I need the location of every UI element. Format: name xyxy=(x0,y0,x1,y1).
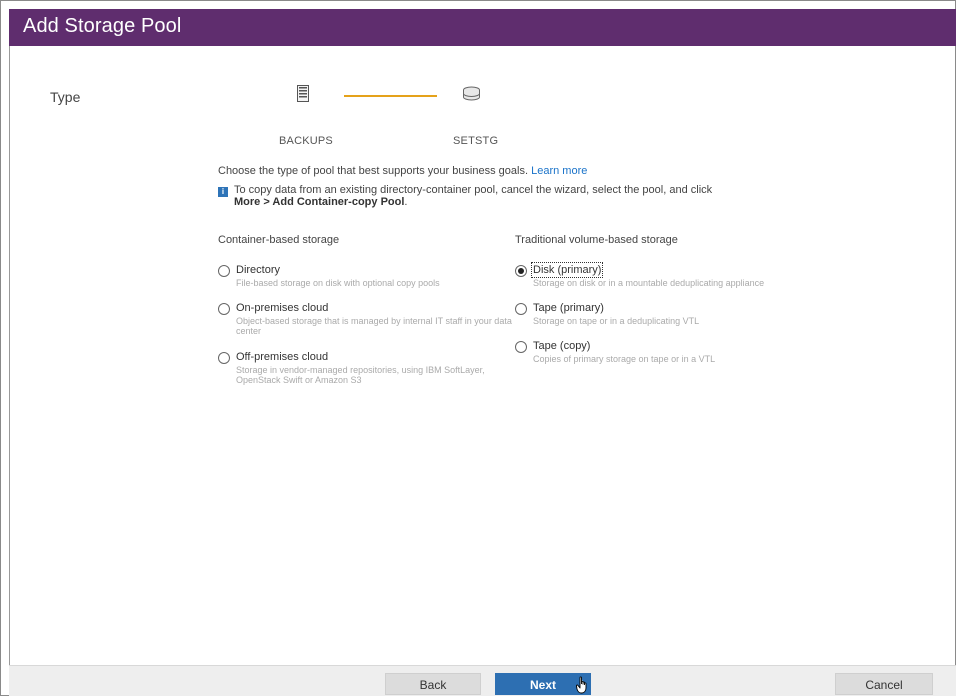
radio-on-premises-cloud[interactable] xyxy=(218,303,230,315)
info-bold: More > Add Container-copy Pool xyxy=(234,196,405,208)
option-label[interactable]: Tape (copy) xyxy=(533,340,590,352)
option-label[interactable]: On-premises cloud xyxy=(236,302,328,314)
add-storage-pool-dialog: Add Storage Pool Type BACKUPS SETSTG Cho… xyxy=(0,0,956,696)
intro-text: Choose the type of pool that best suppor… xyxy=(218,165,587,177)
radio-off-premises-cloud[interactable] xyxy=(218,352,230,364)
radio-disk-primary[interactable] xyxy=(515,265,527,277)
wizard-step-backups: BACKUPS xyxy=(279,135,333,147)
wizard-step-setstg: SETSTG xyxy=(453,135,499,147)
dialog-title-bar: Add Storage Pool xyxy=(9,9,956,46)
option-description: Storage in vendor-managed repositories, … xyxy=(236,365,485,385)
radio-tape-primary[interactable] xyxy=(515,303,527,315)
option-label[interactable]: Directory xyxy=(236,264,280,276)
option-description: Object-based storage that is managed by … xyxy=(236,316,512,336)
option-description: Storage on tape or in a deduplicating VT… xyxy=(533,316,700,326)
dialog-footer xyxy=(9,665,956,696)
storage-pool-icon xyxy=(463,86,480,101)
option-description: File-based storage on disk with optional… xyxy=(236,278,440,288)
intro-sentence: Choose the type of pool that best suppor… xyxy=(218,165,529,177)
info-icon: i xyxy=(218,187,228,197)
option-label[interactable]: Off-premises cloud xyxy=(236,351,328,363)
option-label[interactable]: Disk (primary) xyxy=(530,262,604,278)
dialog-title: Add Storage Pool xyxy=(23,15,182,37)
option-description: Copies of primary storage on tape or in … xyxy=(533,354,716,364)
traditional-storage-heading: Traditional volume-based storage xyxy=(515,234,678,246)
current-step-label: Type xyxy=(50,89,81,105)
learn-more-link[interactable]: Learn more xyxy=(531,165,587,177)
info-text: To copy data from an existing directory-… xyxy=(234,184,734,208)
radio-directory[interactable] xyxy=(218,265,230,277)
server-icon xyxy=(297,85,309,102)
info-suffix: . xyxy=(404,196,408,208)
container-storage-heading: Container-based storage xyxy=(218,234,340,246)
option-description: Storage on disk or in a mountable dedupl… xyxy=(533,278,765,288)
info-prefix: To copy data from an existing directory-… xyxy=(234,184,713,196)
radio-tape-copy[interactable] xyxy=(515,341,527,353)
hand-cursor-icon xyxy=(576,676,587,694)
option-label[interactable]: Tape (primary) xyxy=(533,302,604,314)
wizard-progress-line xyxy=(344,95,437,97)
cancel-button[interactable]: Cancel xyxy=(835,673,933,695)
dialog-left-border xyxy=(9,46,10,666)
back-button[interactable]: Back xyxy=(385,673,481,695)
